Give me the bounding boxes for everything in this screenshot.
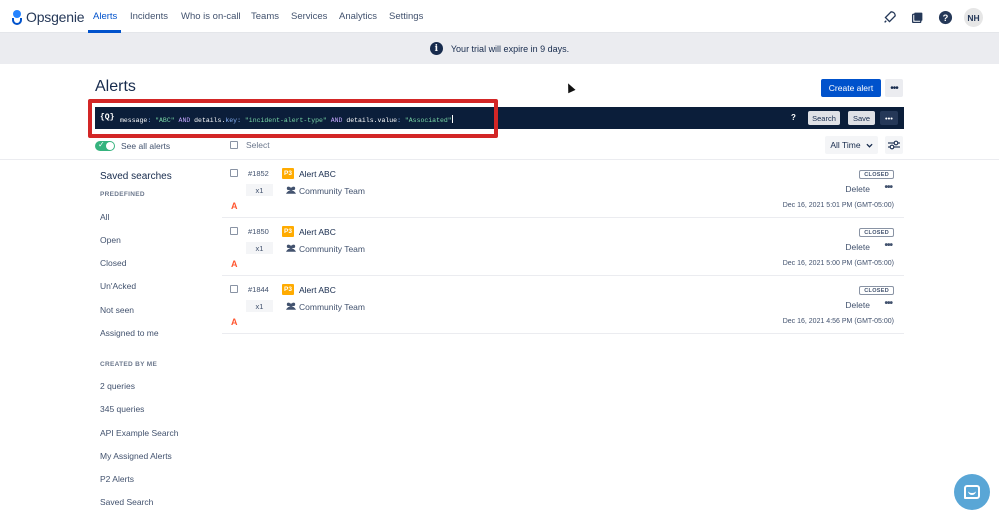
nav-analytics[interactable]: Analytics [339, 11, 377, 22]
delete-button[interactable]: Delete [845, 242, 870, 252]
mouse-cursor-icon [564, 81, 576, 94]
created-by-me-section-label: CREATED BY ME [100, 361, 158, 368]
status-badge: CLOSED [859, 286, 894, 295]
opsgenie-logo-icon [12, 9, 22, 25]
priority-badge: P3 [282, 284, 294, 295]
team-icon [286, 244, 296, 252]
alert-row[interactable]: #1844 P3 Alert ABC x1 Community Team A C… [222, 277, 904, 334]
saved-search-open[interactable]: Open [100, 235, 121, 245]
predefined-section-label: PREDEFINED [100, 191, 145, 198]
avatar[interactable]: NH [964, 8, 983, 27]
create-alert-button[interactable]: Create alert [821, 79, 881, 97]
row-more-button[interactable]: ••• [884, 182, 892, 193]
alert-date: Dec 16, 2021 4:56 PM (GMT-05:00) [782, 318, 894, 325]
alert-id[interactable]: #1850 [248, 227, 269, 236]
priority-badge: P3 [282, 226, 294, 237]
opsgenie-logo[interactable]: Opsgenie [12, 8, 85, 26]
time-range-select[interactable]: All Time [825, 136, 878, 154]
saved-search-not-seen[interactable]: Not seen [100, 305, 134, 315]
alert-date: Dec 16, 2021 5:01 PM (GMT-05:00) [782, 202, 894, 209]
saved-search-345-queries[interactable]: 345 queries [100, 404, 144, 414]
saved-search-all[interactable]: All [100, 212, 109, 222]
rocket-icon[interactable] [880, 9, 898, 27]
saved-search-p2-alerts[interactable]: P2 Alerts [100, 474, 134, 484]
help-icon[interactable]: ? [936, 9, 954, 27]
team-icon [286, 186, 296, 194]
search-button[interactable]: Search [808, 111, 840, 125]
alert-message[interactable]: Alert ABC [299, 227, 336, 237]
nav-who-is-on-call[interactable]: Who is on-call [181, 11, 241, 22]
nav-incidents[interactable]: Incidents [130, 11, 168, 22]
toggle-knob [106, 142, 114, 150]
chat-launcher-button[interactable] [954, 474, 990, 510]
alert-checkbox[interactable] [230, 285, 238, 293]
alert-team[interactable]: Community Team [299, 302, 365, 312]
save-search-button[interactable]: Save [848, 111, 875, 125]
ack-status-icon: A [231, 259, 238, 269]
logo-text: Opsgenie [26, 9, 85, 25]
saved-search-unacked[interactable]: Un'Acked [100, 281, 136, 291]
page-title: Alerts [95, 78, 136, 95]
trial-banner-text: Your trial will expire in 9 days. [450, 43, 570, 54]
team-icon [286, 302, 296, 310]
row-more-button[interactable]: ••• [884, 298, 892, 309]
opsgenie-alerts-page: { "app": { "logo_text": "Opsgenie" }, "n… [0, 0, 999, 516]
book-icon[interactable] [908, 9, 926, 27]
saved-search-saved-search[interactable]: Saved Search [100, 497, 153, 507]
time-range-value: All Time [830, 140, 861, 150]
alert-id[interactable]: #1852 [248, 169, 269, 178]
alert-message[interactable]: Alert ABC [299, 169, 336, 179]
alert-count: x1 [246, 300, 273, 312]
nav-settings[interactable]: Settings [389, 11, 423, 22]
header-more-button[interactable]: ••• [885, 79, 903, 97]
saved-search-api-example[interactable]: API Example Search [100, 428, 178, 438]
alert-date: Dec 16, 2021 5:00 PM (GMT-05:00) [782, 260, 894, 267]
ack-status-icon: A [231, 317, 238, 327]
annotation-highlight-box [88, 99, 498, 138]
saved-search-closed[interactable]: Closed [100, 258, 126, 268]
saved-search-my-assigned-alerts[interactable]: My Assigned Alerts [100, 451, 172, 461]
select-all-checkbox[interactable] [230, 141, 238, 149]
query-help-button[interactable]: ? [791, 113, 796, 122]
check-icon: ✓ [98, 140, 105, 149]
nav-services[interactable]: Services [291, 11, 327, 22]
filter-settings-button[interactable] [885, 136, 903, 154]
delete-button[interactable]: Delete [845, 184, 870, 194]
alert-message[interactable]: Alert ABC [299, 285, 336, 295]
saved-search-assigned-to-me[interactable]: Assigned to me [100, 328, 159, 338]
search-more-button[interactable]: ••• [880, 111, 898, 125]
see-all-label: See all alerts [121, 141, 171, 151]
alert-checkbox[interactable] [230, 227, 238, 235]
priority-badge: P3 [282, 168, 294, 179]
delete-button[interactable]: Delete [845, 300, 870, 310]
nav-alerts[interactable]: Alerts [93, 11, 117, 22]
select-label: Select [246, 140, 270, 150]
ack-status-icon: A [231, 201, 238, 211]
chevron-down-icon [866, 143, 873, 148]
alert-checkbox[interactable] [230, 169, 238, 177]
top-navigation: Opsgenie Alerts Incidents Who is on-call… [0, 0, 999, 33]
alert-team[interactable]: Community Team [299, 186, 365, 196]
alert-row[interactable]: #1850 P3 Alert ABC x1 Community Team A C… [222, 219, 904, 276]
alert-id[interactable]: #1844 [248, 285, 269, 294]
info-icon: i [429, 42, 443, 55]
sliders-icon [888, 140, 900, 150]
row-more-button[interactable]: ••• [884, 240, 892, 251]
svg-text:?: ? [942, 13, 948, 23]
status-badge: CLOSED [859, 228, 894, 237]
status-badge: CLOSED [859, 170, 894, 179]
nav-teams[interactable]: Teams [251, 11, 279, 22]
alert-count: x1 [246, 184, 273, 196]
toolbar-divider [0, 159, 999, 160]
chat-icon [964, 485, 980, 499]
nav-icon-group: ? NH [880, 8, 983, 27]
see-all-toggle[interactable]: ✓ [95, 140, 115, 151]
alert-team[interactable]: Community Team [299, 244, 365, 254]
alert-row[interactable]: #1852 P3 Alert ABC x1 Community Team A C… [222, 161, 904, 218]
alert-count: x1 [246, 242, 273, 254]
saved-searches-title: Saved searches [100, 171, 172, 182]
trial-banner: i Your trial will expire in 9 days. [0, 33, 999, 64]
saved-search-2-queries[interactable]: 2 queries [100, 381, 135, 391]
